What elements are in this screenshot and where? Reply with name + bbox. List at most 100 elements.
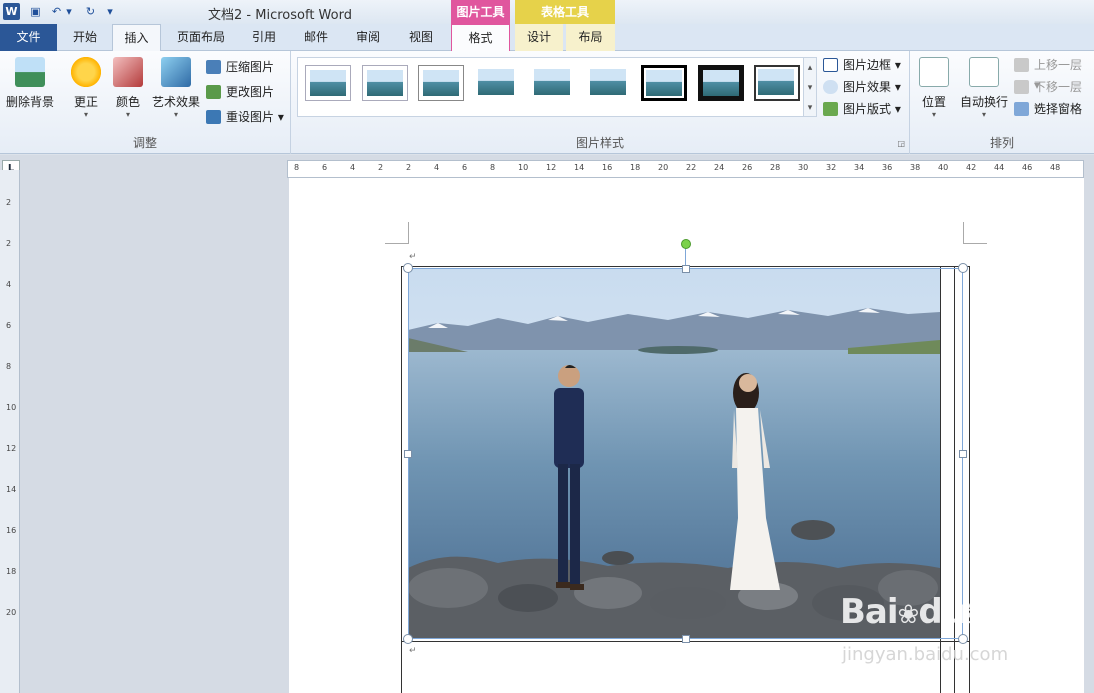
ruler-tick-label: 16 <box>6 526 17 535</box>
picture-style-thumb-8[interactable] <box>698 65 744 101</box>
tab-view[interactable]: 视图 <box>396 24 446 51</box>
color-button[interactable]: 颜色 ▾ <box>108 57 148 119</box>
wrap-text-button[interactable]: 自动换行 ▾ <box>956 57 1012 119</box>
resize-handle-bottom-left[interactable] <box>403 634 413 644</box>
ruler-tick-label: 46 <box>1022 163 1033 172</box>
tab-picture-format[interactable]: 格式 <box>451 24 510 51</box>
resize-handle-top[interactable] <box>682 265 690 273</box>
vertical-ruler[interactable]: 2 2 4 6 8 10 12 14 16 18 20 <box>0 170 20 693</box>
paragraph-mark: ↵ <box>409 252 417 262</box>
picture-style-thumb-1[interactable] <box>305 65 351 101</box>
dialog-launcher-icon[interactable]: ◲ <box>897 139 905 148</box>
ruler-tick-label: 36 <box>882 163 893 172</box>
ruler-tick-label: 34 <box>854 163 865 172</box>
bring-forward-icon <box>1014 58 1029 72</box>
color-icon <box>113 57 143 87</box>
picture-style-thumb-2[interactable] <box>362 65 408 101</box>
tab-page-layout[interactable]: 页面布局 <box>166 24 236 51</box>
selection-pane-button[interactable]: 选择窗格 <box>1014 99 1090 119</box>
tab-references[interactable]: 引用 <box>240 24 288 51</box>
artistic-effects-button[interactable]: 艺术效果 ▾ <box>148 57 204 119</box>
remove-background-button[interactable]: 删除背景 <box>2 57 58 110</box>
resize-handle-top-left[interactable] <box>403 263 413 273</box>
ruler-tick-label: 6 <box>6 321 12 330</box>
ruler-tick-label: 8 <box>490 163 496 172</box>
chevron-down-icon: ▾ <box>931 110 936 119</box>
picture-layout-button[interactable]: 图片版式 ▾ <box>823 99 907 119</box>
chevron-down-icon: ▾ <box>83 110 88 119</box>
ruler-tick-label: 20 <box>6 608 17 617</box>
position-button[interactable]: 位置 ▾ <box>916 57 952 119</box>
resize-handle-bottom[interactable] <box>682 635 690 643</box>
gallery-scroll-controls[interactable]: ▴ ▾ ▾ <box>803 57 817 117</box>
picture-style-thumb-7[interactable] <box>641 65 687 101</box>
ruler-tick-label: 42 <box>966 163 977 172</box>
horizontal-ruler[interactable]: 8 6 4 2 2 4 6 8 10 12 14 16 18 20 22 24 26 28 30 32 34 36 38 40… <box>287 160 1084 178</box>
ribbon-tab-row: 文件 开始 插入 页面布局 引用 邮件 审阅 视图 格式 设计 布局 <box>0 24 1094 51</box>
picture-effects-button[interactable]: 图片效果 ▾ <box>823 77 907 97</box>
baidu-watermark: Bai❀du经验 <box>840 592 1020 632</box>
tab-file[interactable]: 文件 <box>0 24 57 51</box>
resize-handle-right[interactable] <box>959 450 967 458</box>
rotate-handle[interactable] <box>681 239 691 249</box>
bring-forward-button[interactable]: 上移一层 ▾ <box>1014 55 1090 92</box>
ruler-tick-label: 2 <box>6 198 12 207</box>
picture-style-thumb-5[interactable] <box>530 65 576 101</box>
ruler-tick-label: 20 <box>658 163 669 172</box>
ruler-tick-label: 14 <box>6 485 17 494</box>
ruler-tick-label: 10 <box>6 403 17 412</box>
ruler-tick-label: 8 <box>6 362 12 371</box>
ruler-tick-label: 22 <box>686 163 697 172</box>
margin-corner-top-right <box>963 222 987 244</box>
tab-home[interactable]: 开始 <box>60 24 110 51</box>
tab-table-design[interactable]: 设计 <box>515 24 563 51</box>
resize-handle-top-right[interactable] <box>958 263 968 273</box>
tab-review[interactable]: 审阅 <box>344 24 392 51</box>
send-backward-button[interactable]: 下移一层 ▾ <box>1014 77 1090 114</box>
picture-style-thumb-6[interactable] <box>586 65 632 101</box>
ruler-tick-label: 48 <box>1050 163 1061 172</box>
sun-icon <box>71 57 101 87</box>
arrange-group: 位置 ▾ 自动换行 ▾ 上移一层 ▾ 下移一层 ▾ 选择窗格 排列 <box>910 51 1094 154</box>
ruler-tick-label: 6 <box>462 163 468 172</box>
remove-background-icon <box>15 57 45 87</box>
corrections-button[interactable]: 更正 ▾ <box>64 57 108 119</box>
arrange-group-label: 排列 <box>989 136 1014 150</box>
margin-corner-top-left <box>385 222 409 244</box>
ruler-tick-label: 38 <box>910 163 921 172</box>
resize-handle-bottom-right[interactable] <box>958 634 968 644</box>
tab-insert[interactable]: 插入 <box>112 24 161 51</box>
ruler-tick-label: 12 <box>6 444 17 453</box>
tab-table-layout[interactable]: 布局 <box>566 24 615 51</box>
tab-mailings[interactable]: 邮件 <box>292 24 340 51</box>
picture-style-thumb-3[interactable] <box>418 65 464 101</box>
wrap-text-icon <box>969 57 999 87</box>
ruler-tick-label: 4 <box>434 163 440 172</box>
ruler-tick-label: 4 <box>350 163 356 172</box>
reset-picture-button[interactable]: 重设图片 ▾ <box>206 107 290 127</box>
ruler-tick-label: 44 <box>994 163 1005 172</box>
chevron-down-icon: ▾ <box>981 110 986 119</box>
layout-icon <box>823 102 838 116</box>
ruler-tick-label: 14 <box>574 163 585 172</box>
resize-handle-left[interactable] <box>404 450 412 458</box>
ruler-tick-label: 18 <box>6 567 17 576</box>
picture-style-thumb-4[interactable] <box>474 65 520 101</box>
ruler-tick-label: 26 <box>742 163 753 172</box>
picture-border-button[interactable]: 图片边框 ▾ <box>823 55 907 75</box>
ruler-tick-label: 2 <box>378 163 384 172</box>
table-tools-header: 表格工具 <box>515 0 615 24</box>
effects-icon <box>823 80 838 94</box>
ruler-tick-label: 6 <box>322 163 328 172</box>
artistic-effects-icon <box>161 57 191 87</box>
picture-style-thumb-9[interactable] <box>754 65 800 101</box>
change-picture-button[interactable]: 更改图片 <box>206 82 286 102</box>
ruler-tick-label: 30 <box>798 163 809 172</box>
send-backward-icon <box>1014 80 1029 94</box>
change-picture-icon <box>206 85 221 99</box>
ruler-tick-label: 16 <box>602 163 613 172</box>
ribbon: 删除背景 更正 ▾ 颜色 ▾ 艺术效果 ▾ 压缩图片 更改图片 重设图片 ▾ 调… <box>0 51 1094 154</box>
compress-pictures-button[interactable]: 压缩图片 <box>206 57 286 77</box>
selection-frame <box>408 268 963 639</box>
paw-icon: ❀ <box>897 600 920 630</box>
